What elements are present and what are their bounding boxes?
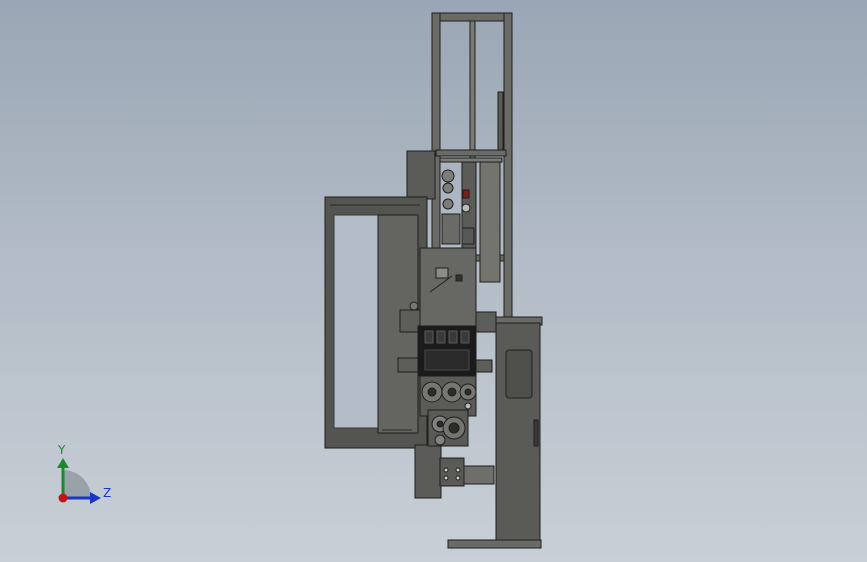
lower-column: [414, 444, 442, 499]
cad-viewport[interactable]: [0, 0, 867, 562]
control-block: [417, 325, 477, 377]
y-axis-label: Y: [58, 443, 66, 457]
axis-triad: [57, 458, 101, 504]
head-housing: [419, 247, 477, 327]
upper-side-block: [406, 150, 436, 200]
z-axis-label: Z: [103, 486, 112, 500]
origin-dot: [58, 493, 68, 503]
lower-bracket: [439, 457, 495, 487]
z-axis-arrow: [90, 492, 101, 504]
wheel-assembly: [419, 375, 477, 447]
machine-model: [324, 12, 543, 549]
triad-quadrant: [63, 470, 91, 498]
y-axis-arrow: [57, 458, 69, 468]
